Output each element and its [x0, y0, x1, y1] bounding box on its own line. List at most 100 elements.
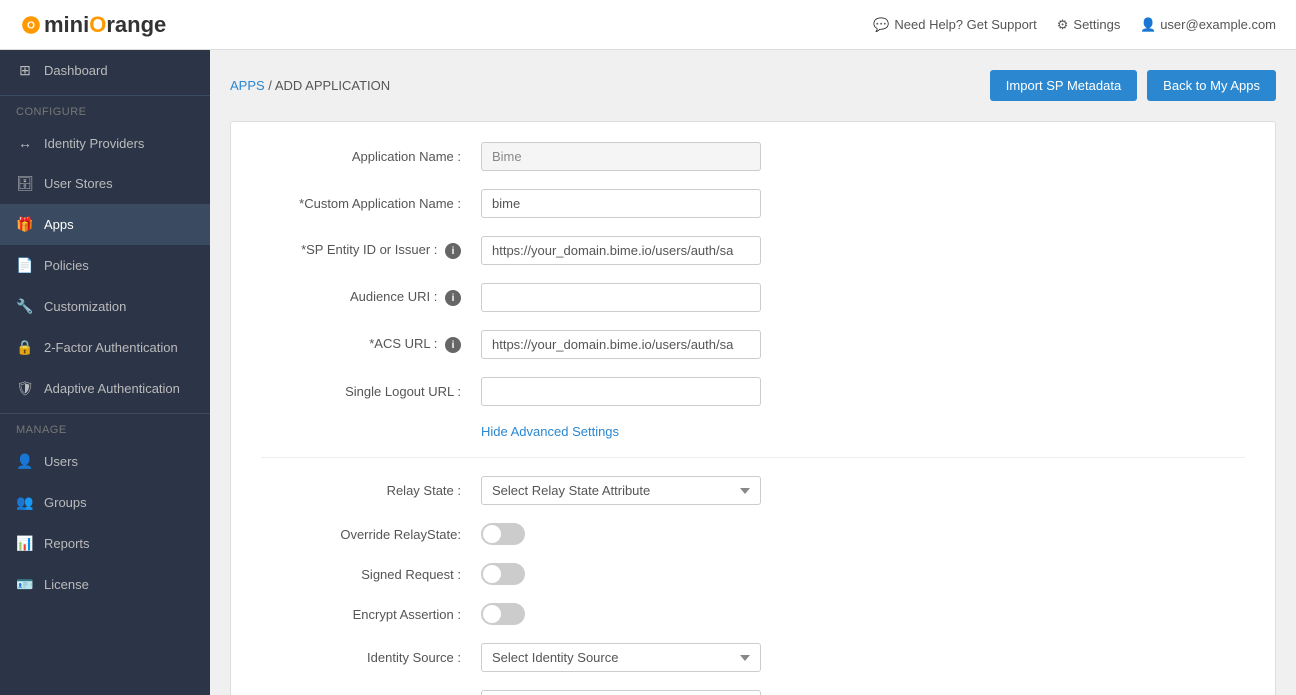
encrypt-assertion-label: Encrypt Assertion : [261, 607, 481, 622]
acs-url-info-icon[interactable]: i [445, 337, 461, 353]
signed-request-label: Signed Request : [261, 567, 481, 582]
sidebar-item-policies[interactable]: 📄 Policies [0, 245, 210, 286]
form-card: Application Name : *Custom Application N… [230, 121, 1276, 695]
sidebar-dashboard-label: Dashboard [44, 63, 108, 78]
advanced-settings-toggle[interactable]: Hide Advanced Settings [481, 424, 1245, 439]
logo: O miniOrange [20, 12, 166, 38]
form-row-custom-app-name: *Custom Application Name : [261, 189, 1245, 218]
user-stores-icon: 🗄 [16, 175, 34, 192]
audience-uri-label: Audience URI : i [261, 289, 481, 307]
sidebar-item-2fa[interactable]: 🔒 2-Factor Authentication [0, 327, 210, 368]
sidebar-item-users[interactable]: 👤 Users [0, 441, 210, 482]
sidebar-policies-label: Policies [44, 258, 89, 273]
form-row-audience-uri: Audience URI : i [261, 283, 1245, 312]
acs-url-label: *ACS URL : i [261, 336, 481, 354]
form-row-signed-request: Signed Request : [261, 563, 1245, 585]
form-row-encrypt-assertion: Encrypt Assertion : [261, 603, 1245, 625]
sidebar-item-customization[interactable]: 🔧 Customization [0, 286, 210, 327]
sidebar-customization-label: Customization [44, 299, 126, 314]
sp-entity-input[interactable] [481, 236, 761, 265]
sidebar-section-configure: Configure [0, 95, 210, 123]
content-area: APPS / ADD APPLICATION Import SP Metadat… [210, 50, 1296, 695]
form-row-single-logout: Single Logout URL : [261, 377, 1245, 406]
help-link[interactable]: 💬 Need Help? Get Support [873, 17, 1037, 33]
form-row-identity-source: Identity Source : Select Identity Source [261, 643, 1245, 672]
user-info[interactable]: 👤 user@example.com [1140, 17, 1276, 33]
user-email: user@example.com [1160, 17, 1276, 32]
sidebar-item-reports[interactable]: 📊 Reports [0, 523, 210, 564]
identity-source-label: Identity Source : [261, 650, 481, 665]
sidebar-item-user-stores[interactable]: 🗄 User Stores [0, 163, 210, 204]
header-right: 💬 Need Help? Get Support ⚙ Settings 👤 us… [873, 17, 1276, 33]
sidebar-item-identity-providers[interactable]: ↔ Identity Providers [0, 123, 210, 163]
license-icon: 🪪 [16, 576, 34, 593]
form-row-app-name: Application Name : [261, 142, 1245, 171]
main-layout: ⊞ Dashboard Configure ↔ Identity Provide… [0, 50, 1296, 695]
audience-uri-info-icon[interactable]: i [445, 290, 461, 306]
sidebar-adaptive-auth-label: Adaptive Authentication [44, 381, 180, 396]
override-relay-toggle[interactable] [481, 523, 525, 545]
2fa-icon: 🔒 [16, 339, 34, 356]
users-icon: 👤 [16, 453, 34, 470]
single-logout-input[interactable] [481, 377, 761, 406]
top-header: O miniOrange 💬 Need Help? Get Support ⚙ … [0, 0, 1296, 50]
identity-source-select[interactable]: Select Identity Source [481, 643, 761, 672]
breadcrumb-apps-link[interactable]: APPS [230, 78, 265, 93]
chat-icon: 💬 [873, 17, 889, 33]
sidebar-item-groups[interactable]: 👥 Groups [0, 482, 210, 523]
acs-url-input[interactable] [481, 330, 761, 359]
audience-uri-label-text: Audience URI : [350, 289, 437, 304]
sidebar-item-apps[interactable]: 🎁 Apps [0, 204, 210, 245]
import-sp-metadata-button[interactable]: Import SP Metadata [990, 70, 1137, 101]
sidebar-groups-label: Groups [44, 495, 87, 510]
dashboard-icon: ⊞ [16, 62, 34, 79]
sidebar: ⊞ Dashboard Configure ↔ Identity Provide… [0, 50, 210, 695]
relay-state-select[interactable]: Select Relay State Attribute [481, 476, 761, 505]
sidebar-item-adaptive-auth[interactable]: 🛡 Adaptive Authentication [0, 368, 210, 409]
page-header: APPS / ADD APPLICATION Import SP Metadat… [230, 70, 1276, 101]
adaptive-auth-icon: 🛡 [16, 380, 34, 397]
sidebar-identity-providers-label: Identity Providers [44, 136, 144, 151]
identity-providers-icon: ↔ [16, 135, 34, 151]
section-divider [261, 457, 1245, 458]
encrypt-assertion-toggle[interactable] [481, 603, 525, 625]
sidebar-2fa-label: 2-Factor Authentication [44, 340, 178, 355]
logo-icon: O [20, 14, 42, 36]
back-to-apps-button[interactable]: Back to My Apps [1147, 70, 1276, 101]
app-name-input[interactable] [481, 142, 761, 171]
audience-uri-input[interactable] [481, 283, 761, 312]
breadcrumb-current: ADD APPLICATION [275, 78, 390, 93]
breadcrumb: APPS / ADD APPLICATION [230, 78, 390, 93]
groups-icon: 👥 [16, 494, 34, 511]
page-header-buttons: Import SP Metadata Back to My Apps [990, 70, 1276, 101]
breadcrumb-separator: / [265, 78, 275, 93]
signed-request-toggle[interactable] [481, 563, 525, 585]
acs-url-label-text: *ACS URL : [369, 336, 437, 351]
sidebar-user-stores-label: User Stores [44, 176, 113, 191]
name-id-select[interactable]: E-Mail Address [481, 690, 761, 695]
sp-entity-info-icon[interactable]: i [445, 243, 461, 259]
sidebar-users-label: Users [44, 454, 78, 469]
app-name-label: Application Name : [261, 149, 481, 164]
gear-icon: ⚙ [1057, 17, 1069, 33]
sp-entity-label-text: *SP Entity ID or Issuer : [301, 242, 437, 257]
form-row-name-id: *Name ID : E-Mail Address [261, 690, 1245, 695]
sidebar-apps-label: Apps [44, 217, 74, 232]
settings-text: Settings [1073, 17, 1120, 32]
sp-entity-label: *SP Entity ID or Issuer : i [261, 242, 481, 260]
sidebar-item-license[interactable]: 🪪 License [0, 564, 210, 605]
custom-app-name-input[interactable] [481, 189, 761, 218]
sidebar-section-manage: Manage [0, 413, 210, 441]
form-row-acs-url: *ACS URL : i [261, 330, 1245, 359]
signed-request-slider [481, 563, 525, 585]
form-row-relay-state: Relay State : Select Relay State Attribu… [261, 476, 1245, 505]
customization-icon: 🔧 [16, 298, 34, 315]
override-relay-slider [481, 523, 525, 545]
single-logout-label: Single Logout URL : [261, 384, 481, 399]
sidebar-reports-label: Reports [44, 536, 90, 551]
form-row-override-relay: Override RelayState: [261, 523, 1245, 545]
sidebar-item-dashboard[interactable]: ⊞ Dashboard [0, 50, 210, 91]
logo-text: miniOrange [44, 12, 166, 38]
user-icon: 👤 [1140, 17, 1156, 32]
settings-link[interactable]: ⚙ Settings [1057, 17, 1121, 33]
